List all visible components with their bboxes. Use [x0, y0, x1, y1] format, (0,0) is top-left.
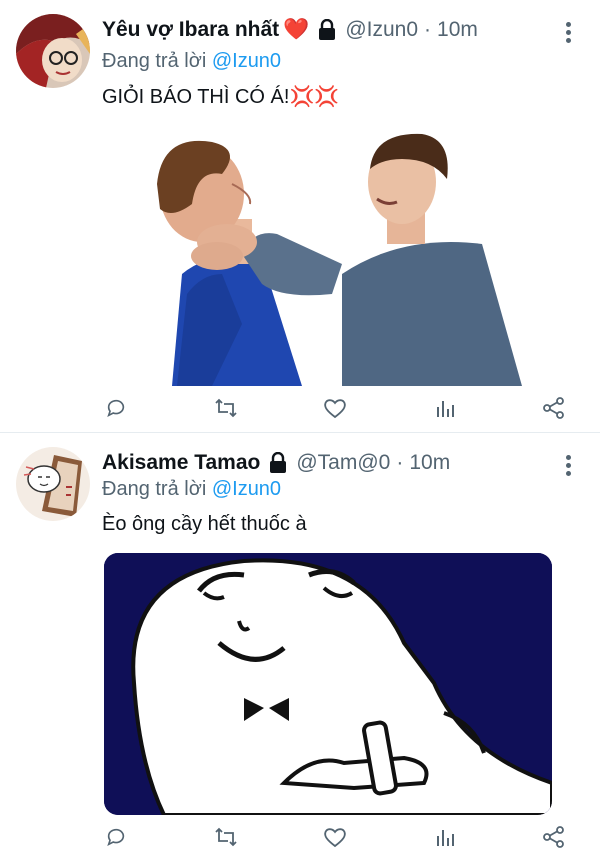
reply-icon[interactable]	[104, 396, 128, 420]
share-icon[interactable]	[542, 825, 566, 849]
replying-to-label: Đang trả lời	[102, 50, 212, 72]
tweet-header: Yêu vợ Ibara nhất ❤️ @Izun0 · 10m	[102, 18, 478, 42]
user-handle[interactable]: @Tam@0	[296, 451, 390, 475]
reply-mention[interactable]: @Izun0	[212, 478, 281, 500]
retweet-icon[interactable]	[214, 396, 238, 420]
display-name[interactable]: Yêu vợ Ibara nhất	[102, 18, 279, 42]
tweet-2[interactable]: Akisame Tamao @Tam@0 · 10m Đang trả lời …	[0, 433, 600, 848]
replying-to: Đang trả lời @Izun0	[102, 478, 281, 501]
share-icon[interactable]	[542, 396, 566, 420]
analytics-icon[interactable]	[433, 396, 457, 420]
like-icon[interactable]	[323, 825, 347, 849]
tweet-1[interactable]: Yêu vợ Ibara nhất ❤️ @Izun0 · 10m Đang t…	[0, 0, 600, 431]
user-handle[interactable]: @Izun0	[345, 18, 418, 42]
lock-icon	[268, 451, 288, 474]
more-options-icon[interactable]	[566, 455, 574, 479]
display-name[interactable]: Akisame Tamao	[102, 451, 260, 475]
separator-dot: ·	[424, 18, 432, 41]
lock-icon	[317, 18, 337, 41]
tweet-text: Èo ông cầy hết thuốc à	[102, 513, 307, 535]
replying-to: Đang trả lời @Izun0	[102, 50, 281, 73]
tweet-meme-image[interactable]	[104, 553, 552, 815]
replying-to-label: Đang trả lời	[102, 478, 212, 500]
tweet-header: Akisame Tamao @Tam@0 · 10m	[102, 451, 450, 475]
separator-dot: ·	[396, 451, 404, 474]
heart-emoji: ❤️	[283, 18, 310, 41]
avatar[interactable]	[16, 447, 90, 521]
timestamp[interactable]: 10m	[409, 451, 450, 475]
tweet-text: GIỎI BÁO THÌ CÓ Á!💢💢	[102, 86, 340, 108]
timestamp[interactable]: 10m	[437, 18, 478, 42]
reply-icon[interactable]	[104, 825, 128, 849]
tweet-photo[interactable]	[102, 124, 552, 386]
tweet-actions	[104, 396, 566, 420]
retweet-icon[interactable]	[214, 825, 238, 849]
avatar[interactable]	[16, 14, 90, 88]
reply-mention[interactable]: @Izun0	[212, 50, 281, 72]
tweet-actions	[104, 825, 566, 849]
like-icon[interactable]	[323, 396, 347, 420]
more-options-icon[interactable]	[566, 22, 574, 46]
analytics-icon[interactable]	[433, 825, 457, 849]
